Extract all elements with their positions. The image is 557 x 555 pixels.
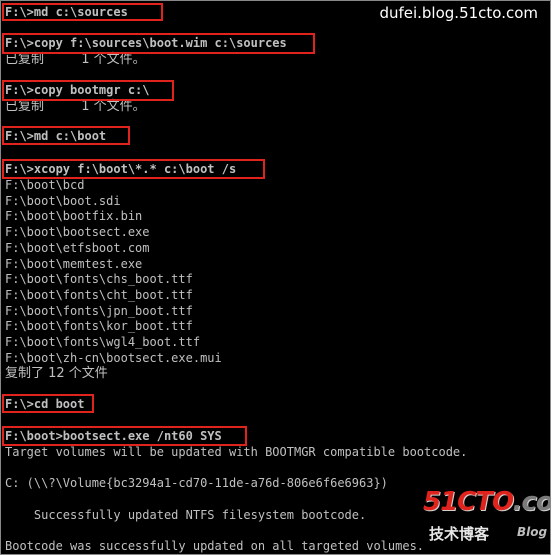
command-xcopy-boot: F:\>xcopy f:\boot\*.* c:\boot /s [5, 162, 237, 176]
output-file-line: F:\boot\fonts\jpn_boot.ttf [5, 304, 193, 318]
command-bootsect: F:\boot>bootsect.exe /nt60 SYS [5, 429, 222, 443]
command-copy-bootmgr: F:\>copy bootmgr c:\ [5, 83, 150, 97]
output-file-line: F:\boot\bcd [5, 178, 85, 192]
output-target-volumes: Target volumes will be updated with BOOT… [5, 445, 468, 459]
output-file-line: F:\boot\fonts\cht_boot.ttf [5, 288, 193, 302]
output-file-line: F:\boot\memtest.exe [5, 257, 143, 271]
51cto-logo: 51CTO.com 技术博客 Blog [421, 485, 551, 551]
output-copied-1-file: 已复制 1 个文件。 [5, 99, 146, 114]
command-copy-boot-wim: F:\>copy f:\sources\boot.wim c:\sources [5, 36, 287, 50]
output-file-line: F:\boot\fonts\wgl4_boot.ttf [5, 335, 201, 349]
output-file-line: F:\boot\bootsect.exe [5, 225, 150, 239]
command-cd-boot: F:\>cd boot [5, 397, 85, 411]
output-file-line: F:\boot\fonts\chs_boot.ttf [5, 272, 193, 286]
command-md-boot: F:\>md c:\boot [5, 129, 107, 143]
output-file-line: F:\boot\zh-cn\bootsect.exe.mui [5, 351, 222, 365]
blog-watermark: dufei.blog.51cto.com [379, 4, 538, 22]
logo-subtitle: 技术博客 [429, 525, 490, 543]
output-file-line: F:\boot\boot.sdi [5, 194, 121, 208]
output-bootcode-success: Bootcode was successfully updated on all… [5, 539, 425, 553]
logo-wordmark: 51CTO.com [423, 487, 551, 517]
logo-blog-label: Blog [517, 525, 548, 539]
output-file-line: F:\boot\bootfix.bin [5, 209, 143, 223]
command-md-sources: F:\>md c:\sources [5, 5, 128, 19]
output-file-line: F:\boot\etfsboot.com [5, 241, 150, 255]
output-copied-12-files: 复制了 12 个文件 [5, 366, 108, 381]
output-file-line: F:\boot\fonts\kor_boot.ttf [5, 319, 193, 333]
output-success-ntfs: Successfully updated NTFS filesystem boo… [5, 508, 367, 522]
output-volume-id: C: (\\?\Volume{bc3294a1-cd70-11de-a76d-8… [5, 476, 388, 490]
command-prompt-window[interactable]: F:\>md c:\sources F:\>copy f:\sources\bo… [0, 0, 551, 555]
output-copied-1-file: 已复制 1 个文件。 [5, 52, 146, 67]
